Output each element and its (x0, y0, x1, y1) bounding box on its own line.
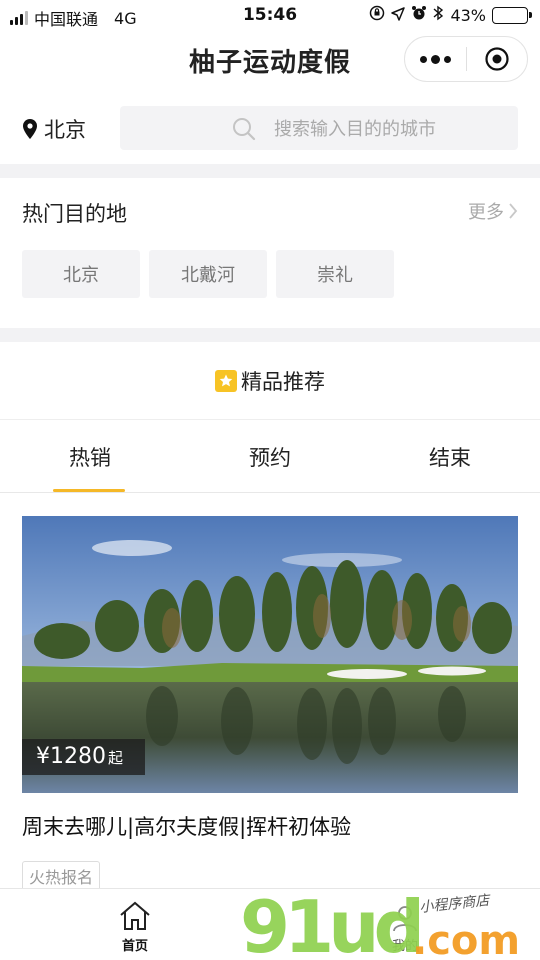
hot-destinations-title: 热门目的地 (22, 202, 127, 226)
destination-chip[interactable]: 北戴河 (149, 250, 267, 298)
price-currency: ¥ (36, 744, 50, 769)
price-suffix: 起 (108, 749, 124, 767)
search-placeholder: 搜索输入目的的城市 (274, 119, 436, 140)
tab-ended[interactable]: 结束 (360, 421, 540, 492)
star-icon (215, 369, 237, 392)
chevron-right-icon (509, 203, 518, 219)
hot-destinations-section: 热门目的地 更多 北京 北戴河 崇礼 (0, 178, 540, 328)
tabbar-mine[interactable]: 我的 (270, 889, 540, 960)
featured-title: 精品推荐 (241, 369, 325, 394)
section-divider (0, 328, 540, 342)
close-mini-program-button[interactable] (467, 37, 528, 81)
product-photo: ¥ 1280 起 (22, 516, 518, 793)
mini-program-capsule (404, 36, 528, 82)
product-tabs: 热销 预约 结束 (0, 421, 540, 493)
location-search-bar: 北京 搜索输入目的的城市 (0, 100, 540, 158)
user-icon (393, 906, 417, 932)
destination-chip[interactable]: 崇礼 (276, 250, 394, 298)
location-pin-icon (23, 119, 37, 139)
app-root: 中国联通 4G 15:46 43% 柚子运动度假 北京 搜索输入目的的城市 热门… (0, 0, 540, 960)
more-menu-button[interactable] (405, 37, 466, 81)
rotation-lock-icon (369, 5, 385, 25)
tabbar-home-label: 首页 (121, 939, 148, 954)
more-dots-icon (419, 54, 451, 64)
more-destinations-link[interactable]: 更多 (468, 198, 518, 224)
nav-bar: 柚子运动度假 (0, 30, 540, 90)
price-value: 1280 (50, 744, 106, 769)
product-card[interactable]: ¥ 1280 起 周末去哪儿|高尔夫度假|挥杆初体验 火热报名 (22, 516, 518, 891)
destination-chip[interactable]: 北京 (22, 250, 140, 298)
location-arrow-icon (391, 6, 406, 25)
bluetooth-icon (433, 5, 444, 25)
search-input[interactable]: 搜索输入目的的城市 (120, 106, 518, 150)
target-close-icon (485, 47, 509, 71)
product-tag: 火热报名 (22, 861, 101, 891)
city-label: 北京 (44, 118, 86, 142)
product-title: 周末去哪儿|高尔夫度假|挥杆初体验 (22, 815, 352, 839)
section-divider (0, 164, 540, 178)
status-right: 43% (369, 5, 532, 25)
tabbar-home[interactable]: 首页 (0, 889, 270, 960)
status-bar: 中国联通 4G 15:46 43% (0, 0, 540, 30)
battery-percent: 43% (450, 5, 486, 25)
search-icon (233, 118, 256, 141)
tab-hot-sale[interactable]: 热销 (0, 421, 180, 492)
more-label: 更多 (468, 202, 504, 223)
price-badge: ¥ 1280 起 (22, 739, 146, 775)
city-selector[interactable]: 北京 (22, 114, 86, 144)
bottom-tab-bar: 首页 我的 (0, 888, 540, 960)
tabbar-mine-label: 我的 (391, 939, 418, 954)
home-icon (120, 901, 150, 930)
tab-reservation[interactable]: 预约 (180, 421, 360, 492)
destination-chips: 北京 北戴河 崇礼 (22, 250, 394, 298)
battery-icon (492, 6, 532, 24)
alarm-icon (411, 5, 427, 25)
featured-header: 精品推荐 (0, 342, 540, 420)
